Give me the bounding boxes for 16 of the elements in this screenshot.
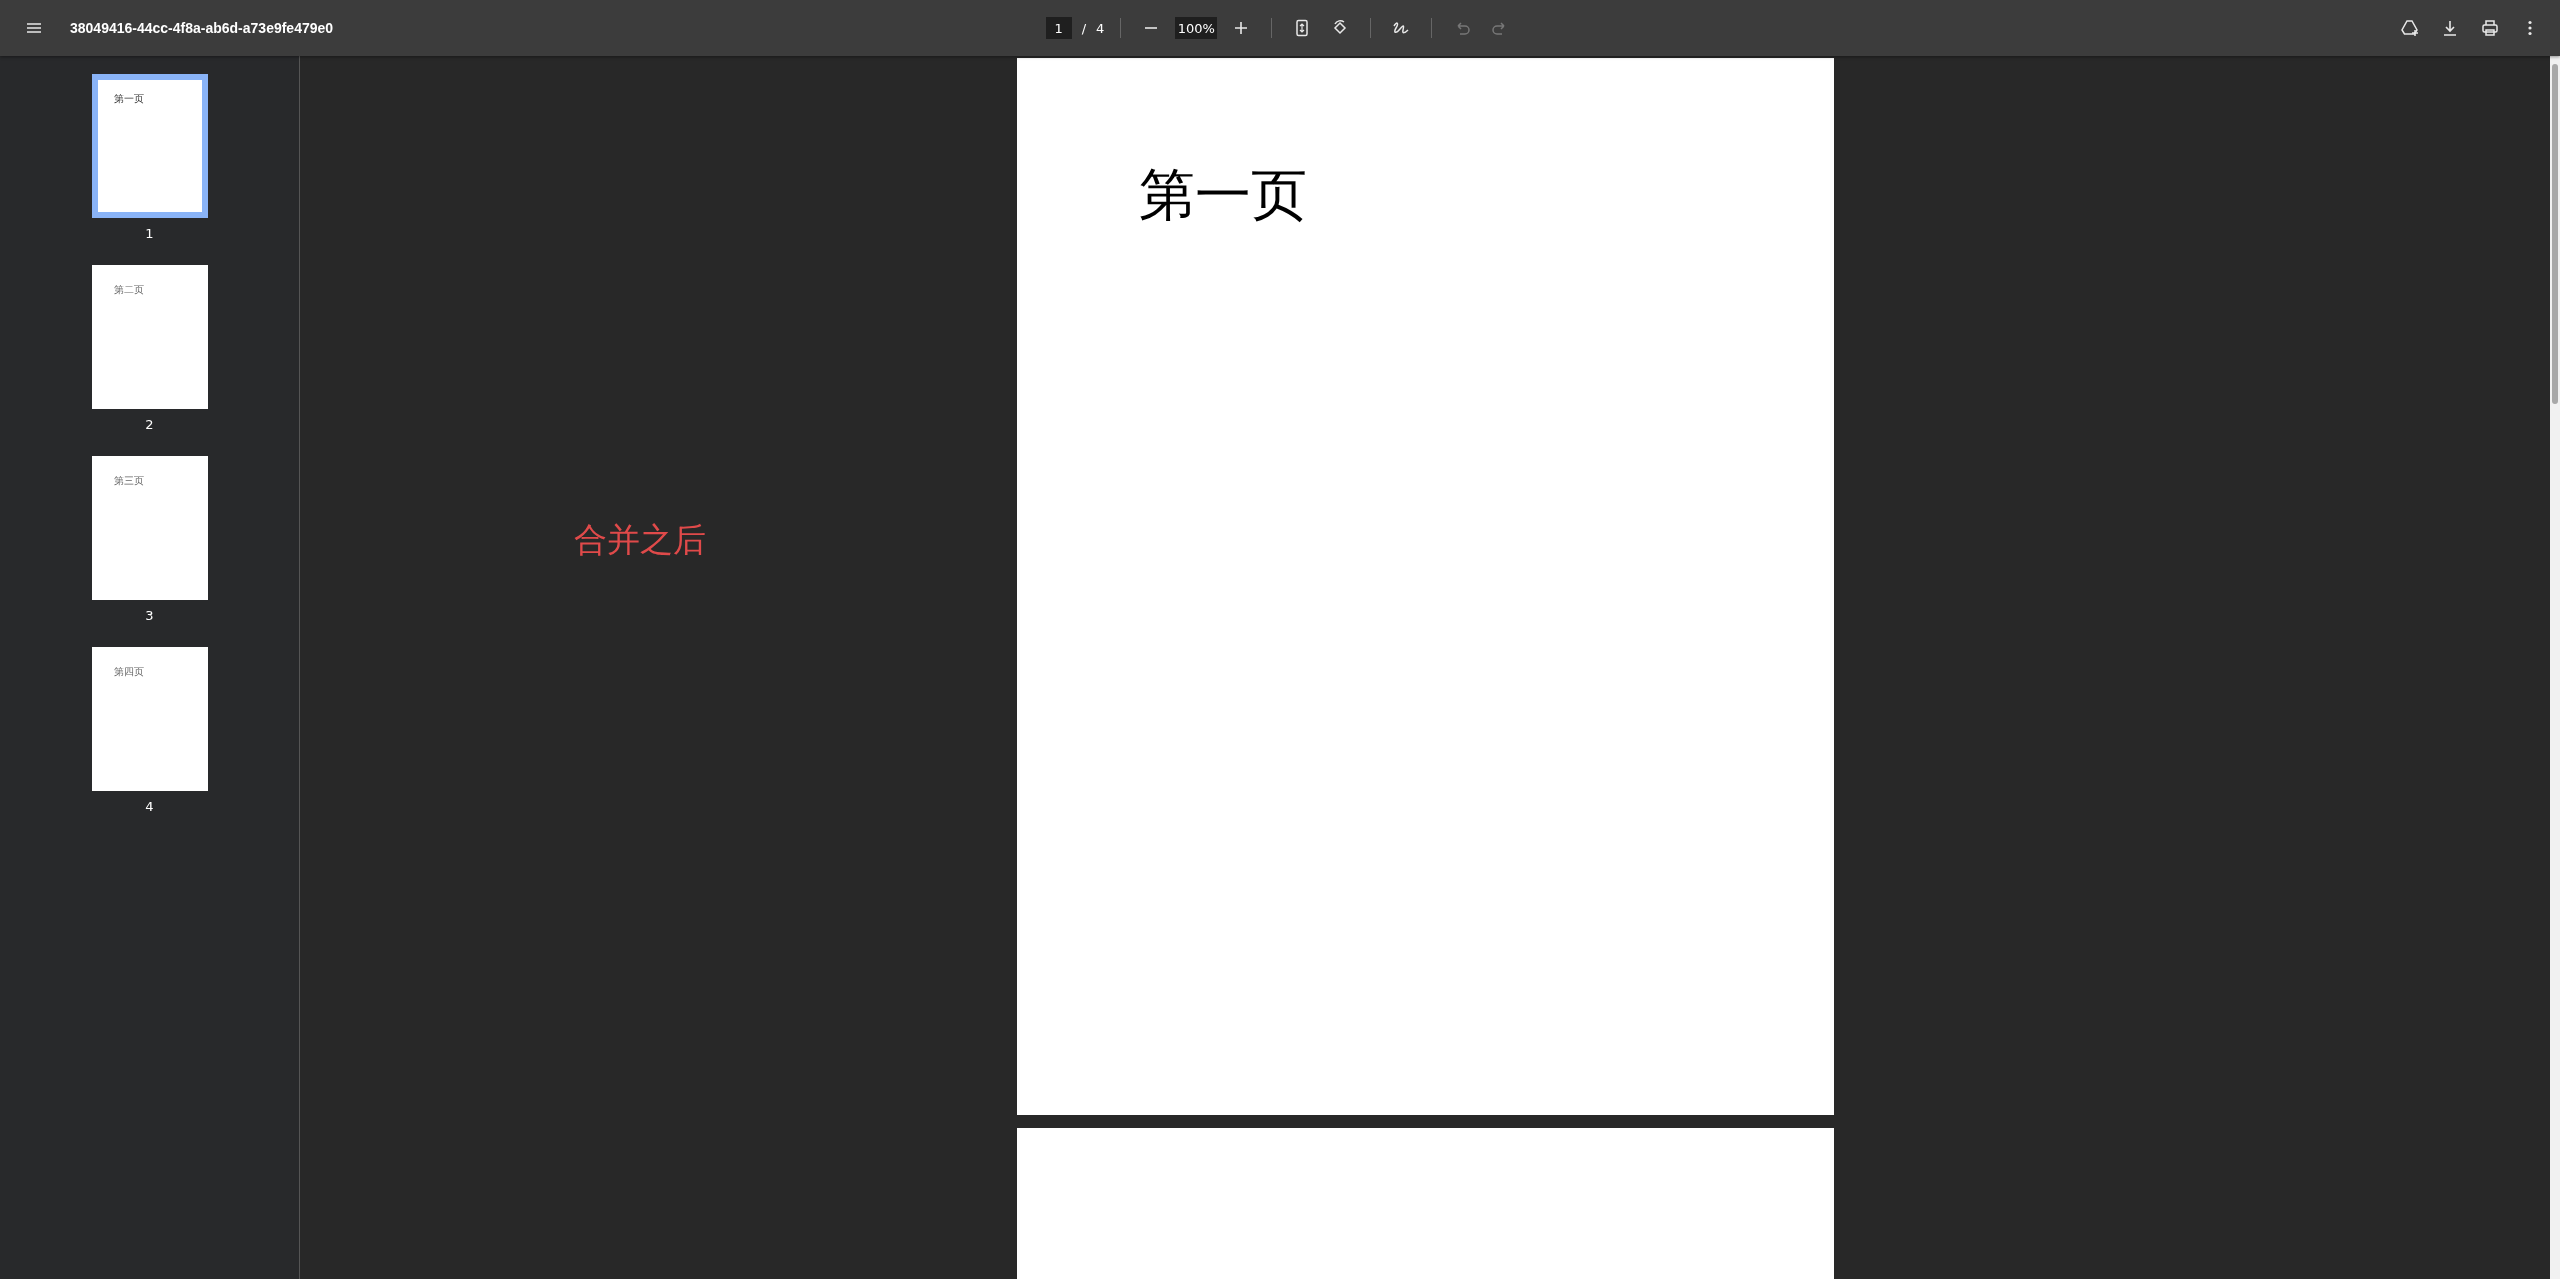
page-thumbnail[interactable]: 第四页 xyxy=(91,647,208,791)
annotation-text: 合并之后 xyxy=(574,519,706,561)
thumbnail-number: 4 xyxy=(145,799,154,814)
zoom-field[interactable]: 100% xyxy=(1175,17,1218,39)
thumbnail-number: 3 xyxy=(145,608,154,623)
page-number-field[interactable]: 1 xyxy=(1045,17,1072,39)
document-title: 38049416-44cc-4f8a-ab6d-a73e9fe479e0 xyxy=(70,20,334,36)
thumbnail-number: 1 xyxy=(145,226,154,241)
page-count: 4 xyxy=(1096,20,1105,36)
page-thumbnail[interactable]: 第三页 xyxy=(91,456,208,600)
scrollbar-thumb[interactable] xyxy=(2552,64,2558,404)
thumbnail-number: 2 xyxy=(145,417,154,432)
page-thumbnail[interactable]: 第二页 xyxy=(91,265,208,409)
page-thumbnail[interactable]: 第一页 xyxy=(91,74,208,218)
page-separator: / xyxy=(1081,20,1087,36)
page-heading: 第一页 xyxy=(1138,161,1308,229)
